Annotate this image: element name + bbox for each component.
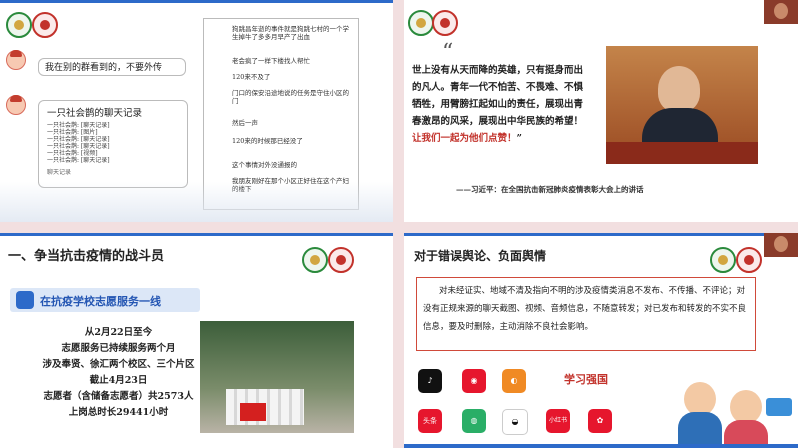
chat-record-list: 一只社会鹊: [聊天记录] 一只社会鹊: [图片] 一只社会鹊: [聊天记录] 一只社… — [47, 122, 179, 164]
school-logo-icon — [302, 247, 328, 273]
stat-line: 截止4月23日 — [89, 375, 148, 386]
medical-illustration — [674, 364, 794, 446]
speaker-photo — [606, 46, 758, 164]
slide-public-opinion: 对于错误舆论、负面舆情 对未经证实、地域不清及指向不明的涉及疫情类消息不发布、不… — [404, 233, 798, 448]
stat-line: 志愿者（含储备志愿者）共2573人 — [43, 391, 194, 402]
kuaishou-icon: ◐ — [502, 369, 526, 393]
slide-bottom-bar — [404, 444, 798, 448]
slide-top-bar — [404, 233, 798, 236]
slide-quote: “ 世上没有从天而降的英雄，只有挺身而出的凡人。青年一代不怕苦、不畏难、不惧牺牲… — [404, 0, 798, 222]
chat-record-item: 一只社会鹊: [视频] — [47, 150, 98, 157]
user-avatar-icon — [6, 50, 26, 70]
close-quote-mark: ” — [516, 133, 522, 144]
volunteer-photo — [200, 321, 354, 433]
xiaohongshu-icon: 小红书 — [546, 409, 570, 433]
chat-line: 狗跳昌年逝的事件就是狗跳七村的一个学生掉牛了多多月早产了出血 — [232, 25, 349, 41]
chat-record-item: 一只社会鹊: [聊天记录] — [47, 143, 110, 150]
message-text: 我在别的群看到的，不要外传 — [45, 63, 163, 73]
slide-volunteer: 一、争当抗击疫情的战斗员 在抗疫学校志愿服务一线 从2月22日至今志愿服务已持续… — [0, 233, 393, 448]
slide-top-bar — [0, 0, 393, 3]
chat-line: 这个事情对外没通报的 — [232, 161, 297, 169]
wechat-icon: ◍ — [462, 409, 486, 433]
chat-record-item: 一只社会鹊: [聊天记录] — [47, 122, 110, 129]
banner-text: 在抗疫学校志愿服务一线 — [40, 295, 161, 308]
stat-line: 上岗总时长29441小时 — [68, 407, 169, 418]
message-bubble: 我在别的群看到的，不要外传 — [38, 58, 186, 76]
stat-line: 从2月22日至今 — [84, 327, 153, 338]
quote-attribution: ——习近平：在全国抗击新冠肺炎疫情表彰大会上的讲话 — [456, 185, 644, 194]
quote-main: 世上没有从天而降的英雄，只有挺身而出的凡人。青年一代不怕苦、不畏难、不惧牺牲，用… — [412, 65, 584, 127]
chat-line: 然后一声 — [232, 119, 258, 127]
weibo-icon: ◉ — [462, 369, 486, 393]
app-icon: ✿ — [588, 409, 612, 433]
chat-record-item: 一只社会鹊: [聊天记录] — [47, 157, 110, 164]
flag-icon — [240, 403, 266, 421]
section-title: 一、争当抗击疫情的战斗员 — [8, 249, 165, 264]
chat-title: 一只社会鹊的聊天记录 — [47, 108, 143, 119]
quote-text: 世上没有从天而降的英雄，只有挺身而出的凡人。青年一代不怕苦、不畏难、不惧牺牲，用… — [412, 62, 592, 147]
brand-logo-text: 学习强国 — [564, 373, 608, 386]
qq-icon: ◒ — [502, 409, 528, 435]
school-emblem-icon — [32, 12, 58, 38]
school-logo-icon — [710, 247, 736, 273]
slide-top-bar — [0, 233, 393, 236]
user-avatar-icon — [6, 95, 26, 115]
forwarded-chat-bubble: 一只社会鹊的聊天记录 一只社会鹊: [聊天记录] 一只社会鹊: [图片] 一只社会鹊… — [38, 100, 188, 188]
school-emblem-icon — [736, 247, 762, 273]
webcam-thumbnail — [764, 0, 798, 24]
chat-line: 门口的保安沿途地说的任务是守住小区的门 — [232, 89, 349, 105]
chat-line: 120来的时候那已经没了 — [232, 137, 303, 145]
stat-line: 志愿服务已持续服务两个月 — [61, 343, 176, 354]
school-emblem-icon — [328, 247, 354, 273]
chat-record-footer: 聊天记录 — [47, 169, 72, 176]
slide-chat-records: 我在别的群看到的，不要外传 一只社会鹊的聊天记录 一只社会鹊: [聊天记录] 一只… — [0, 0, 393, 222]
stat-line: 涉及奉贤、徐汇两个校区、三个片区 — [42, 359, 195, 370]
chat-line: 120来不及了 — [232, 73, 271, 81]
volunteer-stats: 从2月22日至今志愿服务已持续服务两个月涉及奉贤、徐汇两个校区、三个片区 截止4月… — [36, 325, 201, 421]
chat-line: 老会疯了一样下楼找人帮忙 — [232, 57, 310, 65]
slide-fade — [0, 182, 393, 222]
school-logo-icon — [6, 12, 32, 38]
tiktok-icon: ♪ — [418, 369, 442, 393]
section-title: 对于错误舆论、负面舆情 — [414, 249, 547, 263]
quote-highlight: 让我们一起为他们点赞！ — [412, 133, 517, 144]
toutiao-icon: 头条 — [418, 409, 442, 433]
policy-text-box: 对未经证实、地域不清及指向不明的涉及疫情类消息不发布、不传播、不评论；对没有正规… — [416, 277, 756, 351]
person-icon — [16, 291, 34, 309]
chat-record-item: 一只社会鹊: [聊天记录] — [47, 136, 110, 143]
school-logo-icon — [408, 10, 434, 36]
chat-record-item: 一只社会鹊: [图片] — [47, 129, 98, 136]
school-emblem-icon — [432, 10, 458, 36]
webcam-thumbnail — [764, 233, 798, 257]
